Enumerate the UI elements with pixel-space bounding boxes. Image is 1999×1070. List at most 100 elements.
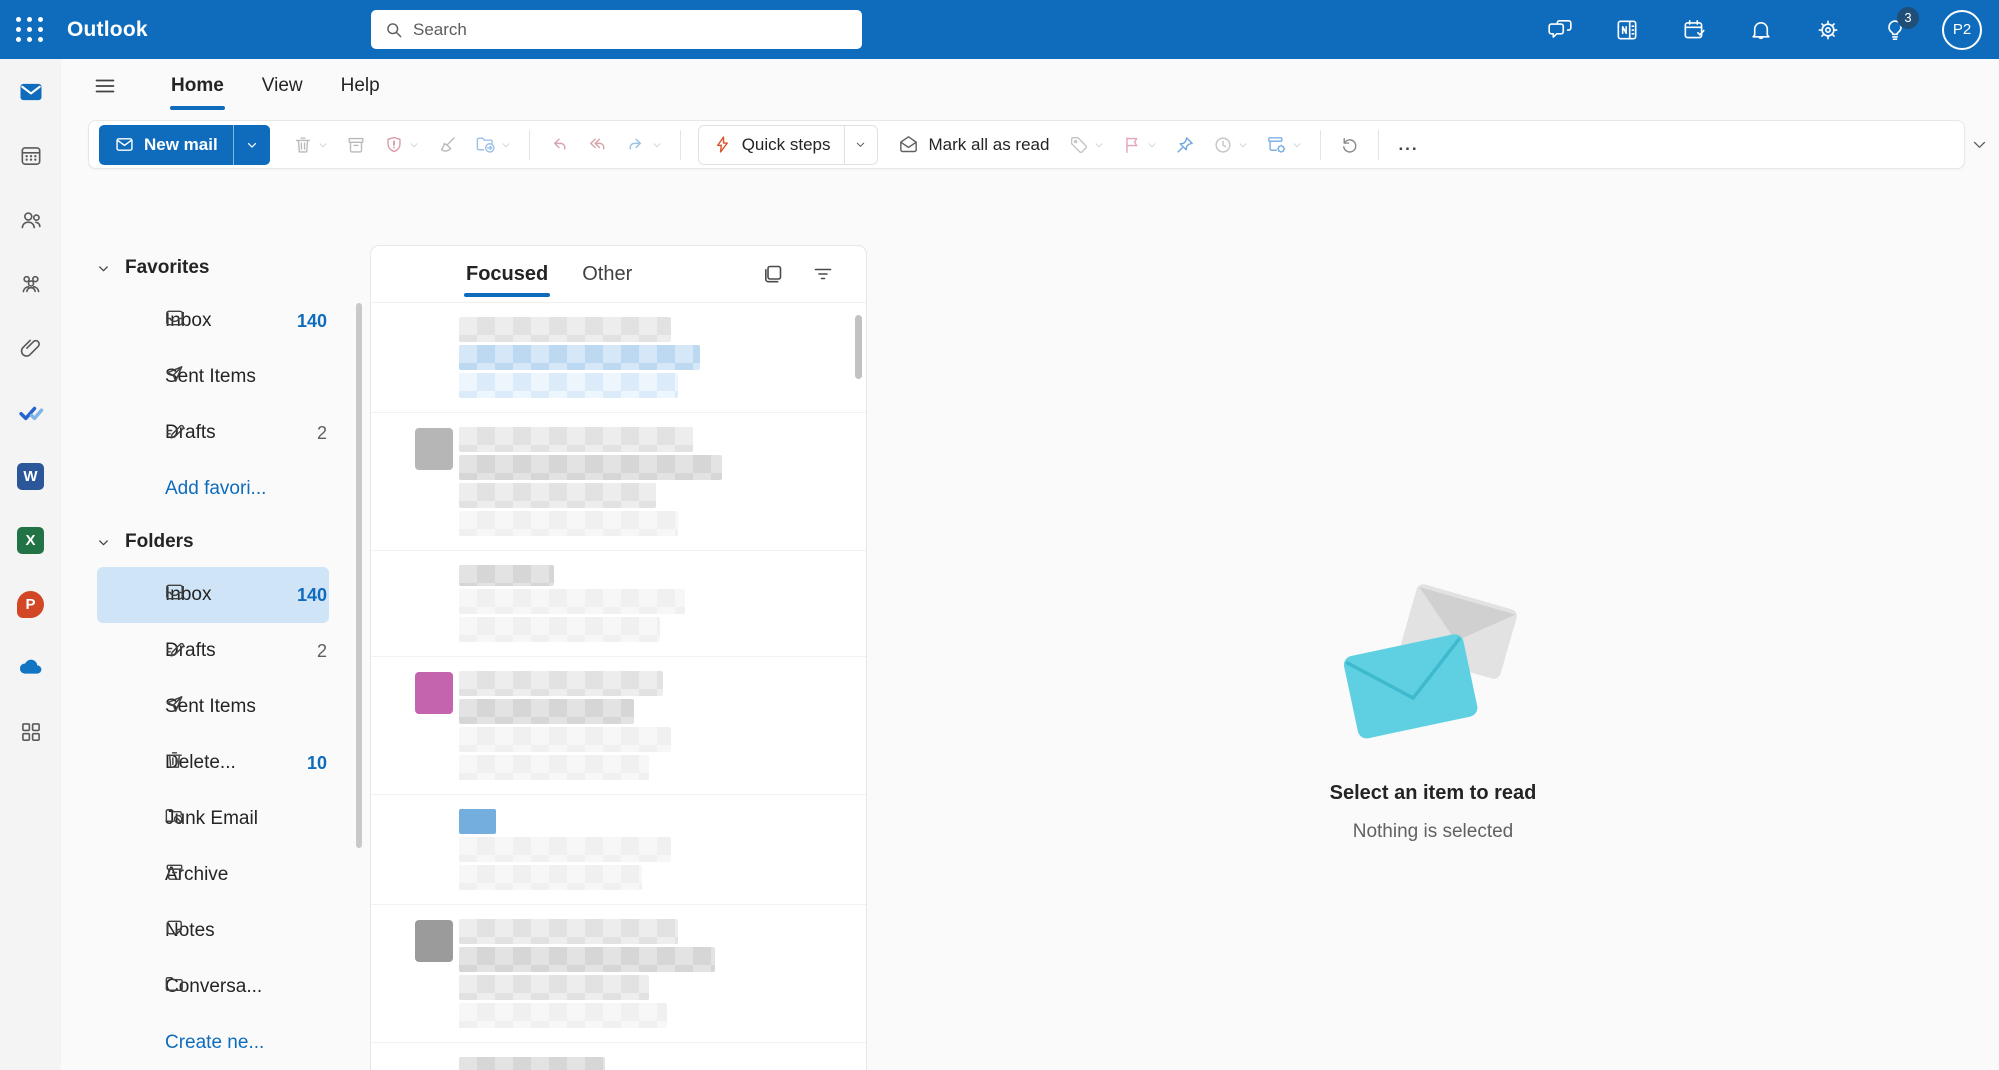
- rail-people-button[interactable]: [8, 197, 54, 243]
- favorite-sent-items[interactable]: Sent Items: [97, 349, 329, 405]
- account-avatar[interactable]: P2: [1942, 10, 1982, 50]
- mail-list-item[interactable]: [371, 551, 866, 657]
- onenote-feed-button[interactable]: [1607, 10, 1647, 50]
- mail-list: [371, 303, 866, 1070]
- rail-excel-button[interactable]: X: [8, 517, 54, 563]
- rules-button[interactable]: [1260, 126, 1308, 164]
- search-box[interactable]: [371, 10, 862, 49]
- tips-button[interactable]: 3: [1875, 10, 1915, 50]
- rail-word-button[interactable]: W: [8, 453, 54, 499]
- folder-deleted-items[interactable]: Delete... 10: [97, 735, 329, 791]
- quick-steps-label: Quick steps: [742, 135, 831, 155]
- forward-button[interactable]: [620, 126, 668, 164]
- tab-view[interactable]: View: [243, 69, 322, 103]
- new-mail-button[interactable]: New mail: [99, 125, 270, 165]
- filter-button[interactable]: [808, 259, 838, 289]
- select-icon: [761, 262, 785, 286]
- redacted-text-bar: [459, 345, 700, 370]
- rail-onedrive-button[interactable]: [8, 645, 54, 691]
- folders-section-header[interactable]: Folders: [61, 517, 365, 567]
- pin-button[interactable]: [1169, 126, 1201, 164]
- create-new-folder-link[interactable]: Create ne...: [97, 1015, 329, 1070]
- report-shield-icon: [383, 134, 405, 156]
- quick-steps-dropdown[interactable]: [844, 126, 877, 164]
- rail-groups-button[interactable]: [8, 261, 54, 307]
- settings-button[interactable]: [1808, 10, 1848, 50]
- rail-more-apps-button[interactable]: [8, 709, 54, 755]
- pin-icon: [1174, 134, 1196, 156]
- folder-junk-email[interactable]: Junk Email: [97, 791, 329, 847]
- sender-avatar: [415, 920, 453, 962]
- tab-focused[interactable]: Focused: [449, 246, 565, 302]
- mail-list-item[interactable]: [371, 905, 866, 1043]
- topbar-actions: 3 P2: [1540, 10, 1999, 50]
- inbox-icon: [163, 581, 186, 610]
- mark-all-read-button[interactable]: Mark all as read: [886, 126, 1061, 164]
- my-day-button[interactable]: [1674, 10, 1714, 50]
- rail-todo-button[interactable]: [8, 389, 54, 435]
- new-mail-main[interactable]: New mail: [99, 125, 233, 165]
- folder-sent-items[interactable]: Sent Items: [97, 679, 329, 735]
- add-favorite-link[interactable]: Add favori...: [97, 461, 329, 517]
- reply-all-icon: [586, 133, 609, 156]
- redacted-text-bar: [459, 699, 634, 724]
- folder-deleted-count: 10: [307, 753, 327, 774]
- message-list-scrollbar[interactable]: [855, 315, 862, 379]
- rail-powerpoint-button[interactable]: P: [8, 581, 54, 627]
- archive-button[interactable]: [340, 126, 372, 164]
- clock-icon: [1212, 134, 1234, 156]
- tab-home[interactable]: Home: [152, 69, 243, 103]
- empty-state-subtitle: Nothing is selected: [1353, 821, 1514, 843]
- mail-icon: [17, 78, 45, 106]
- chat-button[interactable]: [1540, 10, 1580, 50]
- folder-conversation-history[interactable]: Conversa...: [97, 959, 329, 1015]
- mail-list-item[interactable]: [371, 413, 866, 551]
- notifications-button[interactable]: [1741, 10, 1781, 50]
- categorize-button[interactable]: [1063, 126, 1110, 164]
- word-icon: W: [17, 463, 44, 490]
- select-messages-button[interactable]: [758, 259, 788, 289]
- rail-files-button[interactable]: [8, 325, 54, 371]
- trash-icon: [292, 134, 314, 156]
- toolbar-more-button[interactable]: ...: [1388, 135, 1428, 155]
- app-launcher-button[interactable]: [0, 0, 59, 59]
- ribbon-tab-row: Home View Help: [61, 59, 1999, 113]
- tab-other[interactable]: Other: [565, 246, 649, 302]
- folder-notes[interactable]: Notes: [97, 903, 329, 959]
- search-input[interactable]: [413, 20, 849, 40]
- tab-help[interactable]: Help: [322, 69, 399, 103]
- folder-drafts[interactable]: Drafts 2: [97, 623, 329, 679]
- reply-all-button[interactable]: [581, 126, 614, 164]
- move-to-button[interactable]: [469, 126, 517, 164]
- flag-button[interactable]: [1116, 126, 1163, 164]
- undo-button[interactable]: [1333, 126, 1366, 164]
- reply-button[interactable]: [542, 126, 575, 164]
- favorite-drafts[interactable]: Drafts 2: [97, 405, 329, 461]
- delete-button[interactable]: [287, 126, 334, 164]
- mail-list-item[interactable]: [371, 657, 866, 795]
- collapse-folder-pane-button[interactable]: [86, 67, 124, 105]
- favorite-inbox[interactable]: Inbox 140: [97, 293, 329, 349]
- new-mail-dropdown[interactable]: [233, 125, 270, 165]
- mail-list-item[interactable]: [371, 303, 866, 413]
- rail-mail-button[interactable]: [8, 69, 54, 115]
- mail-list-item[interactable]: [371, 1043, 866, 1070]
- folder-inbox[interactable]: Inbox 140: [97, 567, 329, 623]
- mail-list-item[interactable]: [371, 795, 866, 905]
- sender-avatar: [415, 672, 453, 714]
- rail-calendar-button[interactable]: [8, 133, 54, 179]
- redacted-text-bar: [459, 455, 722, 480]
- report-button[interactable]: [378, 126, 425, 164]
- redacted-text-bar: [459, 865, 642, 890]
- collapse-toolbar-button[interactable]: [1965, 125, 1993, 165]
- favorites-section-header[interactable]: Favorites: [61, 243, 365, 293]
- sweep-button[interactable]: [431, 126, 463, 164]
- redacted-text-bar: [459, 427, 693, 452]
- quick-steps-main[interactable]: Quick steps: [699, 134, 844, 155]
- folder-pane-scrollbar[interactable]: [356, 303, 362, 848]
- quick-steps-button[interactable]: Quick steps: [698, 125, 878, 165]
- folder-archive[interactable]: Archive: [97, 847, 329, 903]
- redacted-text-bar: [459, 511, 678, 536]
- snooze-button[interactable]: [1207, 126, 1254, 164]
- redacted-text-bar: [459, 837, 671, 862]
